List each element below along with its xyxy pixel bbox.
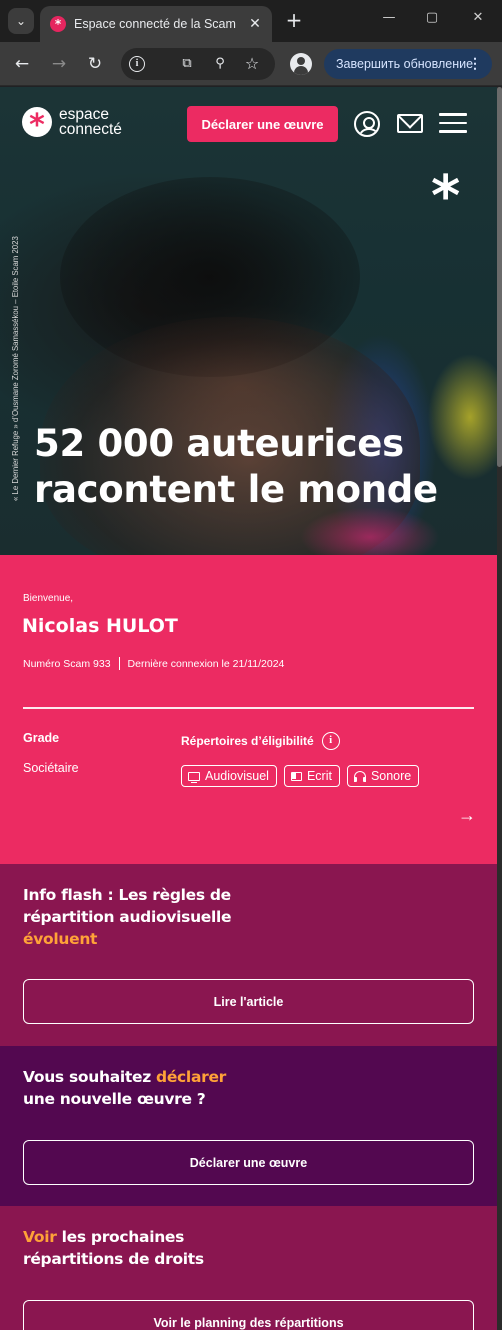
repartitions-title: Voir les prochaines répartitions de droi… (23, 1228, 204, 1268)
browser-menu-icon[interactable]: ⋮ (468, 55, 482, 72)
member-number: Numéro Scam 933 (23, 657, 111, 670)
tag-sonore: Sonore (346, 765, 420, 787)
mail-icon[interactable] (397, 114, 423, 133)
repertoires-label: Répertoires d’éligibilité i (181, 732, 340, 750)
hero-photo-detail (300, 507, 440, 555)
asterisk-logo-icon: * (22, 107, 52, 143)
maximize-icon[interactable]: ▢ (421, 10, 443, 25)
zoom-icon[interactable]: ⚲ (210, 54, 230, 74)
member-meta: Numéro Scam 933 Dernière connexion le 21… (23, 657, 284, 670)
browser-toolbar: ← → ↻ i ⧉ ⚲ ☆ Завершить обновление ⋮ (0, 42, 502, 86)
scam-favicon-icon: * (50, 16, 66, 32)
minimize-icon[interactable]: — (378, 10, 400, 25)
new-tab-button[interactable]: + (282, 9, 306, 33)
declare-section: Vous souhaitez déclarer une nouvelle œuv… (0, 1046, 497, 1206)
meta-separator (118, 657, 120, 670)
page-scrollbar[interactable] (497, 87, 502, 1330)
tab-search-button[interactable]: ⌄ (8, 8, 34, 34)
info-icon[interactable]: i (321, 732, 340, 750)
active-tab[interactable]: * Espace connecté de la Scam ✕ (40, 6, 272, 42)
close-tab-icon[interactable]: ✕ (246, 15, 264, 33)
logo-text-line2: connecté (59, 121, 122, 138)
last-login: Dernière connexion le 21/11/2024 (127, 657, 285, 670)
close-window-icon[interactable]: ✕ (467, 10, 489, 25)
asterisk-decoration-icon: * (431, 164, 461, 229)
scam-logo[interactable]: * espace connecté (22, 106, 122, 143)
read-article-button[interactable]: Lire l'article (23, 979, 474, 1024)
bookmark-star-icon[interactable]: ☆ (242, 54, 262, 74)
tab-title: Espace connecté de la Scam (74, 17, 236, 31)
repertoire-tags: Audiovisuel Ecrit Sonore (181, 765, 420, 787)
arrow-right-icon[interactable]: → (458, 805, 476, 826)
page-content: * espace connecté Déclarer une œuvre * «… (0, 87, 497, 1330)
grade-value: Sociétaire (23, 761, 79, 775)
book-icon (290, 771, 302, 781)
browser-window: ⌄ * Espace connecté de la Scam ✕ + — ▢ ✕… (0, 0, 502, 1330)
declare-section-title: Vous souhaitez déclarer une nouvelle œuv… (23, 1068, 226, 1108)
hero-title: 52 000 auteurices racontent le monde (34, 422, 438, 511)
update-browser-button[interactable]: Завершить обновление ⋮ (324, 49, 492, 79)
reload-icon[interactable]: ↻ (83, 52, 107, 76)
hero-banner: * espace connecté Déclarer une œuvre * «… (0, 87, 497, 555)
member-name: Nicolas HULOT (22, 615, 178, 637)
tag-audiovisuel: Audiovisuel (181, 765, 277, 787)
back-arrow-icon[interactable]: ← (10, 52, 34, 76)
scrollbar-thumb[interactable] (497, 87, 502, 467)
site-info-icon[interactable]: i (129, 56, 145, 72)
divider (23, 707, 474, 709)
declare-work-header-button[interactable]: Déclarer une œuvre (187, 106, 338, 142)
info-flash-section: Info flash : Les règles de répartition a… (0, 864, 497, 1046)
view-planning-button[interactable]: Voir le planning des répartitions (23, 1300, 474, 1330)
forward-arrow-icon[interactable]: → (47, 52, 71, 76)
declare-work-button[interactable]: Déclarer une œuvre (23, 1140, 474, 1185)
repartitions-section: Voir les prochaines répartitions de droi… (0, 1206, 497, 1330)
menu-burger-icon[interactable] (439, 113, 467, 133)
translate-icon[interactable]: ⧉ (177, 54, 197, 74)
tab-strip: ⌄ * Espace connecté de la Scam ✕ + — ▢ ✕ (0, 0, 502, 42)
address-bar[interactable]: i ⧉ ⚲ ☆ (121, 48, 275, 80)
tv-icon (188, 771, 200, 783)
account-icon[interactable] (354, 111, 380, 137)
welcome-card: Bienvenue, Nicolas HULOT Numéro Scam 933… (0, 555, 497, 864)
photo-credit: « Le Dernier Refuge » d’Ousmane Zoromé S… (11, 236, 20, 501)
update-button-label: Завершить обновление (336, 57, 474, 71)
grade-label: Grade (23, 731, 60, 745)
greeting: Bienvenue, (23, 593, 74, 604)
logo-text-line1: espace (59, 106, 109, 123)
profile-avatar-icon[interactable] (290, 53, 312, 75)
headphones-icon (353, 770, 366, 782)
tag-ecrit: Ecrit (283, 765, 340, 787)
info-flash-title: Info flash : Les règles de répartition a… (23, 886, 232, 948)
